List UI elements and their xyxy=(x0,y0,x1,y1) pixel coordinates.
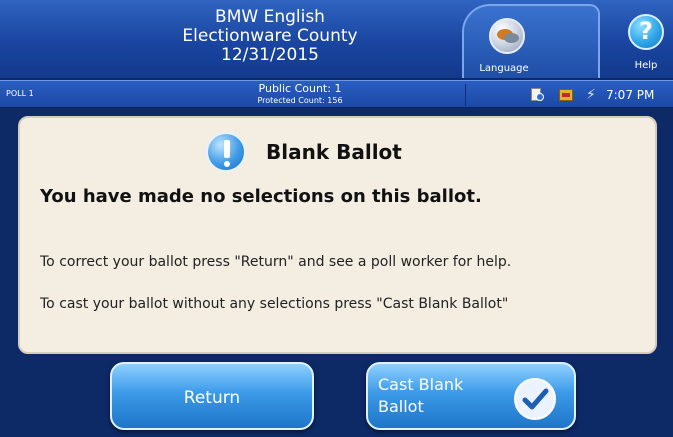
return-button[interactable]: Return xyxy=(110,362,314,430)
speech-bubbles-icon xyxy=(489,18,525,54)
public-count: Public Count: 1 xyxy=(258,82,342,95)
title-line-3: 12/31/2015 xyxy=(221,45,319,65)
voting-screen: BMW English Electionware County 12/31/20… xyxy=(0,0,673,437)
title-line-1: BMW English xyxy=(215,7,325,27)
title-line-2: Electionware County xyxy=(182,26,358,46)
checkmark-icon xyxy=(514,378,556,420)
cast-label-line-1: Cast Blank xyxy=(378,375,464,394)
question-mark-icon: ? xyxy=(639,17,653,45)
cast-button-label: Cast Blank Ballot xyxy=(378,374,488,418)
dialog-heading: You have made no selections on this ball… xyxy=(40,186,482,207)
dialog-title: Blank Ballot xyxy=(266,140,402,164)
cast-blank-ballot-button[interactable]: Cast Blank Ballot xyxy=(366,362,576,430)
cast-label-line-2: Ballot xyxy=(378,397,424,416)
blank-ballot-dialog: Blank Ballot You have made no selections… xyxy=(18,116,657,354)
status-divider xyxy=(465,84,466,106)
election-title: BMW English Electionware County 12/31/20… xyxy=(150,8,390,65)
header-bar: BMW English Electionware County 12/31/20… xyxy=(0,0,673,78)
language-label: Language xyxy=(479,63,529,74)
power-plug-icon: ⚡ xyxy=(586,87,596,103)
protected-count: Protected Count: 156 xyxy=(257,96,343,105)
help-label: Help xyxy=(634,60,658,71)
return-button-label: Return xyxy=(183,388,241,408)
poll-label: POLL 1 xyxy=(6,89,34,98)
help-button[interactable]: ? xyxy=(628,14,664,50)
language-button[interactable]: Language xyxy=(462,4,600,78)
count-display: Public Count: 1 Protected Count: 156 xyxy=(220,83,380,106)
instruction-cast: To cast your ballot without any selectio… xyxy=(40,296,509,312)
status-bar: POLL 1 Public Count: 1 Protected Count: … xyxy=(0,80,673,108)
instruction-return: To correct your ballot press "Return" an… xyxy=(40,254,512,270)
document-icon xyxy=(529,87,545,103)
clock: 7:07 PM xyxy=(606,88,655,102)
media-icon xyxy=(558,87,574,103)
info-exclamation-icon xyxy=(206,132,246,172)
